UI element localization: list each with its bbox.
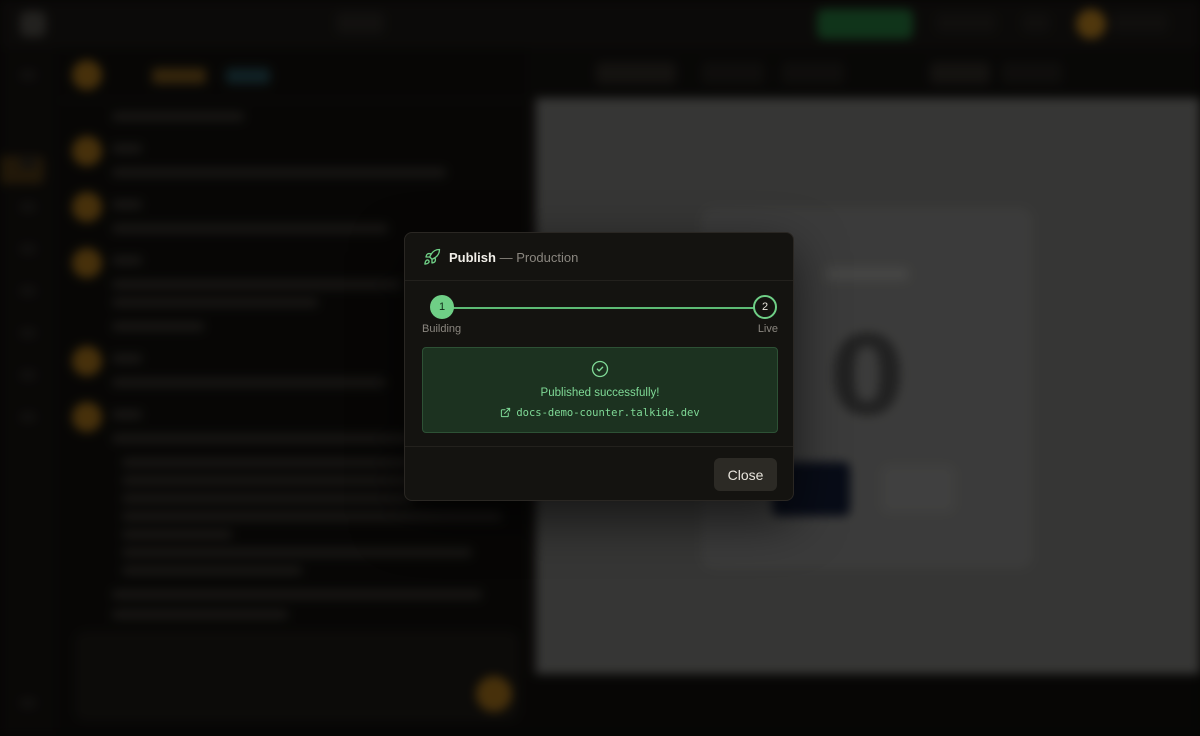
- published-link[interactable]: docs-demo-counter.talkide.dev: [423, 407, 777, 419]
- published-url[interactable]: docs-demo-counter.talkide.dev: [516, 407, 699, 419]
- close-button[interactable]: Close: [714, 458, 777, 491]
- external-link-icon: [501, 407, 511, 418]
- dialog-title-text: Publish: [449, 250, 496, 265]
- publish-stepper: 1 2 Building Live: [422, 294, 778, 338]
- rocket-icon: [424, 248, 441, 265]
- check-circle-icon: [591, 360, 609, 378]
- success-panel: Published successfully! docs-demo-counte…: [422, 347, 778, 433]
- publish-dialog: Publish — Production 1 2 Building Live P…: [404, 232, 794, 501]
- dialog-footer: Close: [405, 446, 793, 501]
- step-1-label: Building: [422, 323, 462, 335]
- dialog-title-separator: —: [499, 250, 513, 265]
- stepper-progress-line: [442, 307, 758, 309]
- success-message: Published successfully!: [540, 387, 660, 399]
- step-1-indicator: 1: [430, 295, 454, 319]
- dialog-environment: Production: [516, 250, 579, 265]
- step-2-indicator: 2: [753, 295, 777, 319]
- step-2-label: Live: [757, 323, 778, 335]
- dialog-title: Publish — Production: [449, 250, 578, 265]
- dialog-header: Publish — Production: [405, 233, 793, 281]
